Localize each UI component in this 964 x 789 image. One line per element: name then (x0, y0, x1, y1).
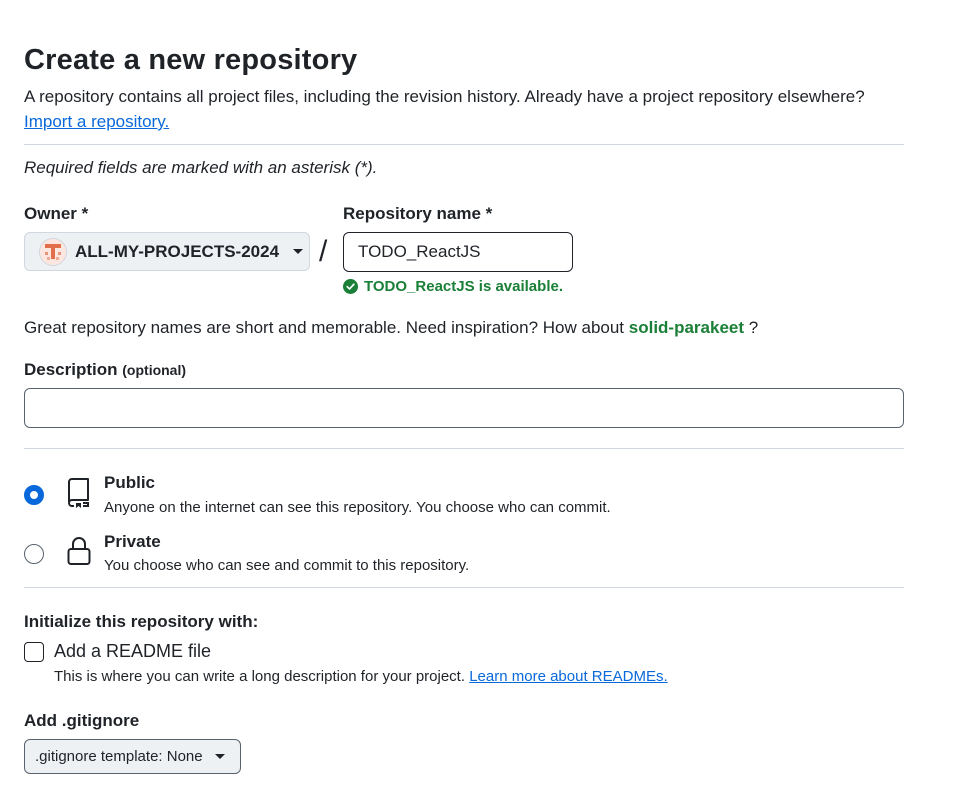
visibility-public-title: Public (104, 473, 156, 492)
optional-hint: (optional) (122, 362, 187, 378)
initialize-heading: Initialize this repository with: (24, 612, 259, 631)
owner-label: Owner * (24, 204, 89, 223)
learn-more-readmes-link[interactable]: Learn more about READMEs. (469, 668, 667, 685)
repo-book-icon (68, 478, 89, 508)
required-fields-note: Required fields are marked with an aster… (24, 158, 378, 177)
visibility-public-desc: Anyone on the internet can see this repo… (104, 499, 611, 516)
page-subtitle: A repository contains all project files,… (24, 84, 914, 134)
gitignore-template-text: .gitignore template: None (35, 748, 203, 765)
description-label-text: Description (24, 360, 118, 379)
readme-desc-text: This is where you can write a long descr… (54, 668, 466, 685)
check-circle-icon (343, 279, 358, 294)
visibility-private-title: Private (104, 532, 161, 551)
chevron-down-icon (293, 249, 304, 254)
visibility-public-radio[interactable] (24, 485, 44, 505)
gitignore-label: Add .gitignore (24, 711, 140, 730)
add-readme-label: Add a README file (54, 641, 212, 661)
divider (24, 144, 904, 145)
suggestion-prefix: Great repository names are short and mem… (24, 318, 625, 337)
subtitle-text: A repository contains all project files,… (24, 87, 865, 106)
name-suggestion: Great repository names are short and mem… (24, 318, 758, 338)
divider (24, 587, 904, 588)
divider (24, 448, 904, 449)
gitignore-template-dropdown[interactable]: .gitignore template: None (24, 739, 241, 774)
availability-message: TODO_ReactJS is available. (343, 278, 563, 295)
repo-name-label: Repository name * (343, 204, 493, 223)
lock-icon (67, 537, 91, 565)
chevron-down-icon (214, 754, 225, 759)
repo-name-input[interactable] (343, 232, 573, 272)
owner-repo-separator: / (319, 235, 328, 268)
availability-text: TODO_ReactJS is available. (364, 278, 563, 295)
description-input[interactable] (24, 388, 904, 428)
description-label: Description (optional) (24, 360, 186, 380)
suggestion-suffix: ? (748, 318, 759, 337)
add-readme-checkbox[interactable] (24, 642, 44, 662)
owner-dropdown[interactable]: ALL-MY-PROJECTS-2024 (24, 232, 310, 271)
identicon-avatar (39, 237, 67, 266)
readme-description: This is where you can write a long descr… (54, 668, 668, 685)
page-title: Create a new repository (24, 44, 358, 76)
import-repository-link[interactable]: Import a repository. (24, 112, 169, 131)
visibility-private-radio[interactable] (24, 544, 44, 564)
owner-name: ALL-MY-PROJECTS-2024 (75, 241, 280, 261)
suggested-name-button[interactable]: solid-parakeet (629, 318, 744, 337)
visibility-private-desc: You choose who can see and commit to thi… (104, 557, 470, 574)
